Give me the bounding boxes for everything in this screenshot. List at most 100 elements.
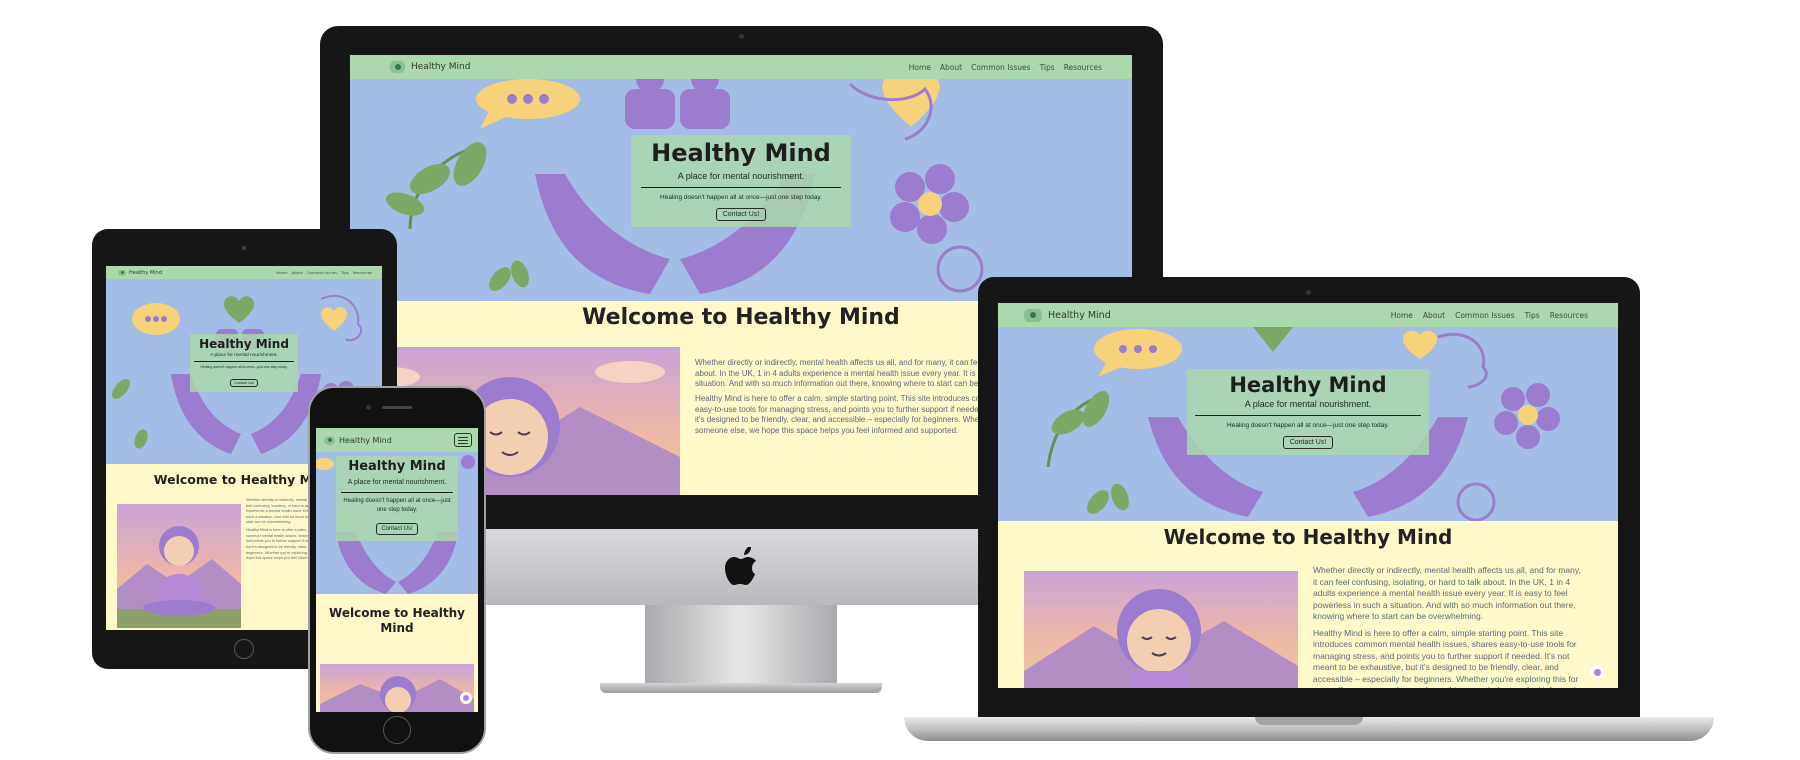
imac-camera — [739, 34, 744, 39]
heart-icon — [1253, 327, 1437, 359]
circle-outline — [936, 245, 984, 293]
flower-icon — [461, 455, 475, 469]
hero-tagline: A place for mental nourishment. — [347, 479, 447, 486]
brain-logo-icon — [1024, 308, 1042, 322]
leaf-icon — [385, 142, 487, 230]
nav-link-home[interactable]: Home — [909, 63, 931, 72]
hero-title: Healthy Mind — [348, 459, 446, 474]
nav-links: Home About Common Issues Tips Resources — [909, 63, 1102, 72]
intro-paragraph-2: Healthy Mind is here to offer a calm, si… — [1313, 627, 1579, 688]
hero-section: Healthy Mind A place for mental nourishm… — [998, 327, 1618, 521]
laptop-camera — [1306, 290, 1311, 295]
heart-icon — [224, 296, 347, 331]
nav-link-common-issues[interactable]: Common Issues — [307, 270, 337, 275]
site-navbar: Healthy Mind Home About Common Issues Ti… — [350, 55, 1132, 79]
nav-link-common-issues[interactable]: Common Issues — [971, 63, 1030, 72]
brand-name: Healthy Mind — [339, 435, 392, 445]
hero-tagline: A place for mental nourishment. — [677, 171, 805, 181]
people-icon — [625, 79, 730, 129]
laptop-notch — [1255, 717, 1363, 725]
hero-subtext: Healing doesn't happen all at once—just … — [200, 365, 288, 369]
hero-divider — [641, 187, 841, 188]
flower-icon — [1494, 383, 1560, 449]
meditation-illustration — [1024, 571, 1298, 688]
brand[interactable]: Healthy Mind — [1024, 308, 1111, 322]
hero-divider — [1195, 415, 1421, 416]
tablet-camera — [242, 246, 246, 250]
hands-icon — [336, 532, 458, 594]
welcome-heading: Welcome to Healthy Mind — [1163, 525, 1453, 549]
brand-name: Healthy Mind — [1048, 309, 1111, 321]
hero-card: Healthy Mind A place for mental nourishm… — [190, 334, 298, 392]
nav-link-home[interactable]: Home — [1391, 311, 1413, 320]
circle-outline — [1456, 482, 1496, 521]
nav-link-resources[interactable]: Resources — [1064, 63, 1102, 72]
nav-link-about[interactable]: About — [292, 270, 303, 275]
intro-text: Whether directly or indirectly, mental h… — [1313, 565, 1585, 688]
hero-card: Healthy Mind A place for mental nourishm… — [336, 456, 458, 541]
speech-bubble-icon — [132, 303, 180, 335]
nav-link-tips[interactable]: Tips — [1040, 63, 1055, 72]
meditation-illustration — [117, 504, 241, 628]
brain-logo-icon — [324, 435, 335, 445]
apple-logo-icon — [725, 547, 756, 585]
hero-title: Healthy Mind — [1229, 373, 1387, 397]
tablet-home-button — [234, 639, 254, 659]
nav-links: Home About Common Issues Tips Resources — [276, 270, 372, 275]
brand-name: Healthy Mind — [129, 269, 163, 276]
contact-us-button[interactable]: Contact Us! — [376, 523, 418, 535]
contact-us-button[interactable]: Contact Us! — [715, 208, 767, 221]
leaf-icon — [112, 379, 148, 449]
contact-us-button[interactable]: Contact Us! — [230, 379, 258, 387]
hero-tagline: A place for mental nourishment. — [1244, 399, 1372, 409]
hero-subtext: Healing doesn't happen all at once—just … — [1227, 422, 1389, 429]
site-navbar: Healthy Mind Home About Common Issues Ti… — [998, 303, 1618, 327]
phone-speaker — [382, 406, 412, 409]
hero-section: Healthy Mind A place for mental nourishm… — [350, 79, 1132, 301]
flower-icon — [890, 164, 969, 244]
hero-section: Healthy Mind A place for mental nourishm… — [316, 452, 478, 594]
speech-bubble-icon — [476, 79, 580, 129]
menu-icon[interactable] — [454, 433, 472, 447]
nav-link-tips[interactable]: Tips — [341, 270, 349, 275]
nav-links: Home About Common Issues Tips Resources — [1391, 311, 1588, 320]
leaf-icon — [1087, 483, 1129, 514]
nav-link-resources[interactable]: Resources — [353, 270, 372, 275]
hero-subtext: Healing doesn't happen all at once—just … — [343, 498, 451, 513]
intro-paragraph-1: Whether directly or indirectly, mental h… — [1313, 565, 1581, 621]
speech-bubble-icon — [1094, 329, 1182, 377]
chat-widget-icon[interactable] — [1590, 665, 1604, 679]
brand[interactable]: Healthy Mind — [390, 61, 470, 73]
brand[interactable]: Healthy Mind — [118, 269, 163, 276]
hero-tagline: A place for mental nourishment. — [210, 353, 278, 358]
chat-widget-icon[interactable] — [460, 692, 472, 704]
nav-link-about[interactable]: About — [940, 63, 962, 72]
nav-link-home[interactable]: Home — [276, 270, 287, 275]
phone-screen: Healthy Mind Healthy Mind A place for me… — [316, 428, 478, 712]
imac-stand — [645, 605, 837, 683]
hero-divider — [341, 492, 453, 493]
nav-link-tips[interactable]: Tips — [1525, 311, 1540, 320]
nav-link-common-issues[interactable]: Common Issues — [1455, 311, 1514, 320]
nav-link-resources[interactable]: Resources — [1550, 311, 1588, 320]
brain-logo-icon — [118, 269, 126, 276]
hero-card: Healthy Mind A place for mental nourishm… — [1187, 369, 1429, 455]
hero-card: Healthy Mind A place for mental nourishm… — [631, 135, 851, 227]
laptop-screen: Healthy Mind Home About Common Issues Ti… — [998, 303, 1618, 688]
brand-name: Healthy Mind — [411, 62, 471, 72]
contact-us-button[interactable]: Contact Us! — [1282, 436, 1334, 449]
hero-subtext: Healing doesn't happen all at once—just … — [660, 194, 822, 201]
nav-link-about[interactable]: About — [1423, 311, 1445, 320]
hero-title: Healthy Mind — [651, 139, 831, 167]
brand[interactable]: Healthy Mind — [324, 435, 392, 445]
hero-divider — [194, 361, 294, 362]
hero-title: Healthy Mind — [199, 337, 289, 351]
imac-foot — [600, 683, 882, 693]
leaf-icon — [1046, 390, 1110, 468]
leaf-icon — [489, 260, 529, 291]
leaf-icon — [316, 458, 334, 470]
welcome-heading: Welcome to Healthy Mind — [329, 606, 465, 635]
phone-camera — [366, 405, 371, 410]
site-navbar: Healthy Mind — [316, 428, 478, 452]
head-profile-icon — [1437, 332, 1488, 389]
